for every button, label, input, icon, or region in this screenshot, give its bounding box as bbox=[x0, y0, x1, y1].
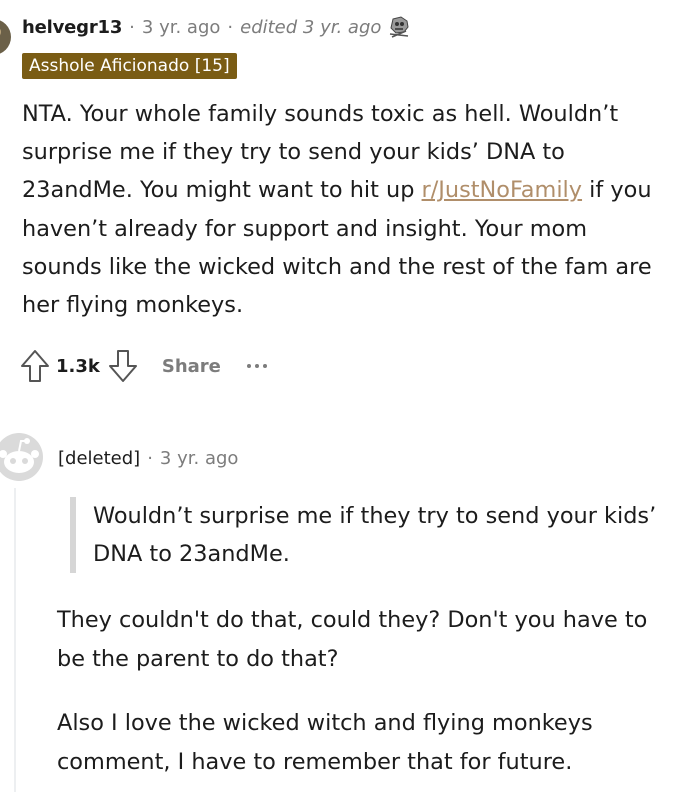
separator-dot: · bbox=[227, 16, 234, 38]
comment-paragraph: They couldn't do that, could they? Don't… bbox=[57, 601, 697, 678]
default-snoo-avatar-icon bbox=[0, 433, 43, 481]
skull-award-icon[interactable] bbox=[387, 16, 411, 38]
body-line: Also I love the wicked witch and flying … bbox=[57, 710, 593, 736]
downvote-arrow-icon[interactable] bbox=[106, 346, 140, 386]
comment-header: helvegr13 · 3 yr. ago · edited 3 yr. ago bbox=[22, 12, 411, 42]
body-text: 23andMe. You might want to hit up bbox=[22, 177, 422, 204]
comment-header: [deleted] · 3 yr. ago bbox=[58, 443, 238, 473]
username-deleted: [deleted] bbox=[58, 447, 141, 469]
timestamp[interactable]: 3 yr. ago bbox=[142, 17, 221, 38]
body-line: be the parent to do that? bbox=[57, 645, 339, 672]
timestamp[interactable]: 3 yr. ago bbox=[160, 448, 239, 469]
body-line: haven’t already for support and insight.… bbox=[22, 215, 588, 242]
quote-line: Wouldn’t surprise me if they try to send… bbox=[93, 503, 657, 529]
body-line-with-link: 23andMe. You might want to hit up r/Just… bbox=[22, 171, 700, 209]
share-button[interactable]: Share bbox=[162, 356, 221, 377]
body-line: comment, I have to remember that for fut… bbox=[57, 748, 573, 775]
subreddit-link[interactable]: r/JustNoFamily bbox=[422, 177, 582, 203]
upvote-arrow-icon[interactable] bbox=[18, 346, 52, 386]
username-link[interactable]: helvegr13 bbox=[22, 17, 122, 38]
more-options-icon[interactable] bbox=[246, 364, 267, 368]
body-line: NTA. Your whole family sounds toxic as h… bbox=[22, 101, 619, 127]
body-line: her flying monkeys. bbox=[22, 292, 244, 319]
vote-score: 1.3k bbox=[56, 355, 100, 377]
user-flair: Asshole Aficionado [15] bbox=[22, 53, 237, 79]
body-text: if you bbox=[582, 177, 652, 204]
separator-dot: · bbox=[147, 447, 153, 469]
body-line: sounds like the wicked witch and the res… bbox=[22, 253, 652, 280]
user-avatar-icon[interactable] bbox=[0, 18, 12, 56]
thread-collapse-line[interactable] bbox=[14, 488, 16, 792]
edited-timestamp: edited 3 yr. ago bbox=[240, 16, 382, 38]
separator-dot: · bbox=[129, 16, 135, 38]
body-line: surprise me if they try to send your kid… bbox=[22, 139, 565, 166]
comment-body: NTA. Your whole family sounds toxic as h… bbox=[22, 95, 700, 324]
body-line: They couldn't do that, could they? Don't… bbox=[57, 607, 648, 633]
blockquote: Wouldn’t surprise me if they try to send… bbox=[70, 497, 690, 573]
comment-paragraph: Also I love the wicked witch and flying … bbox=[57, 704, 697, 781]
quote-line: DNA to 23andMe. bbox=[93, 541, 290, 567]
comment-actions: 1.3k Share bbox=[18, 344, 267, 388]
